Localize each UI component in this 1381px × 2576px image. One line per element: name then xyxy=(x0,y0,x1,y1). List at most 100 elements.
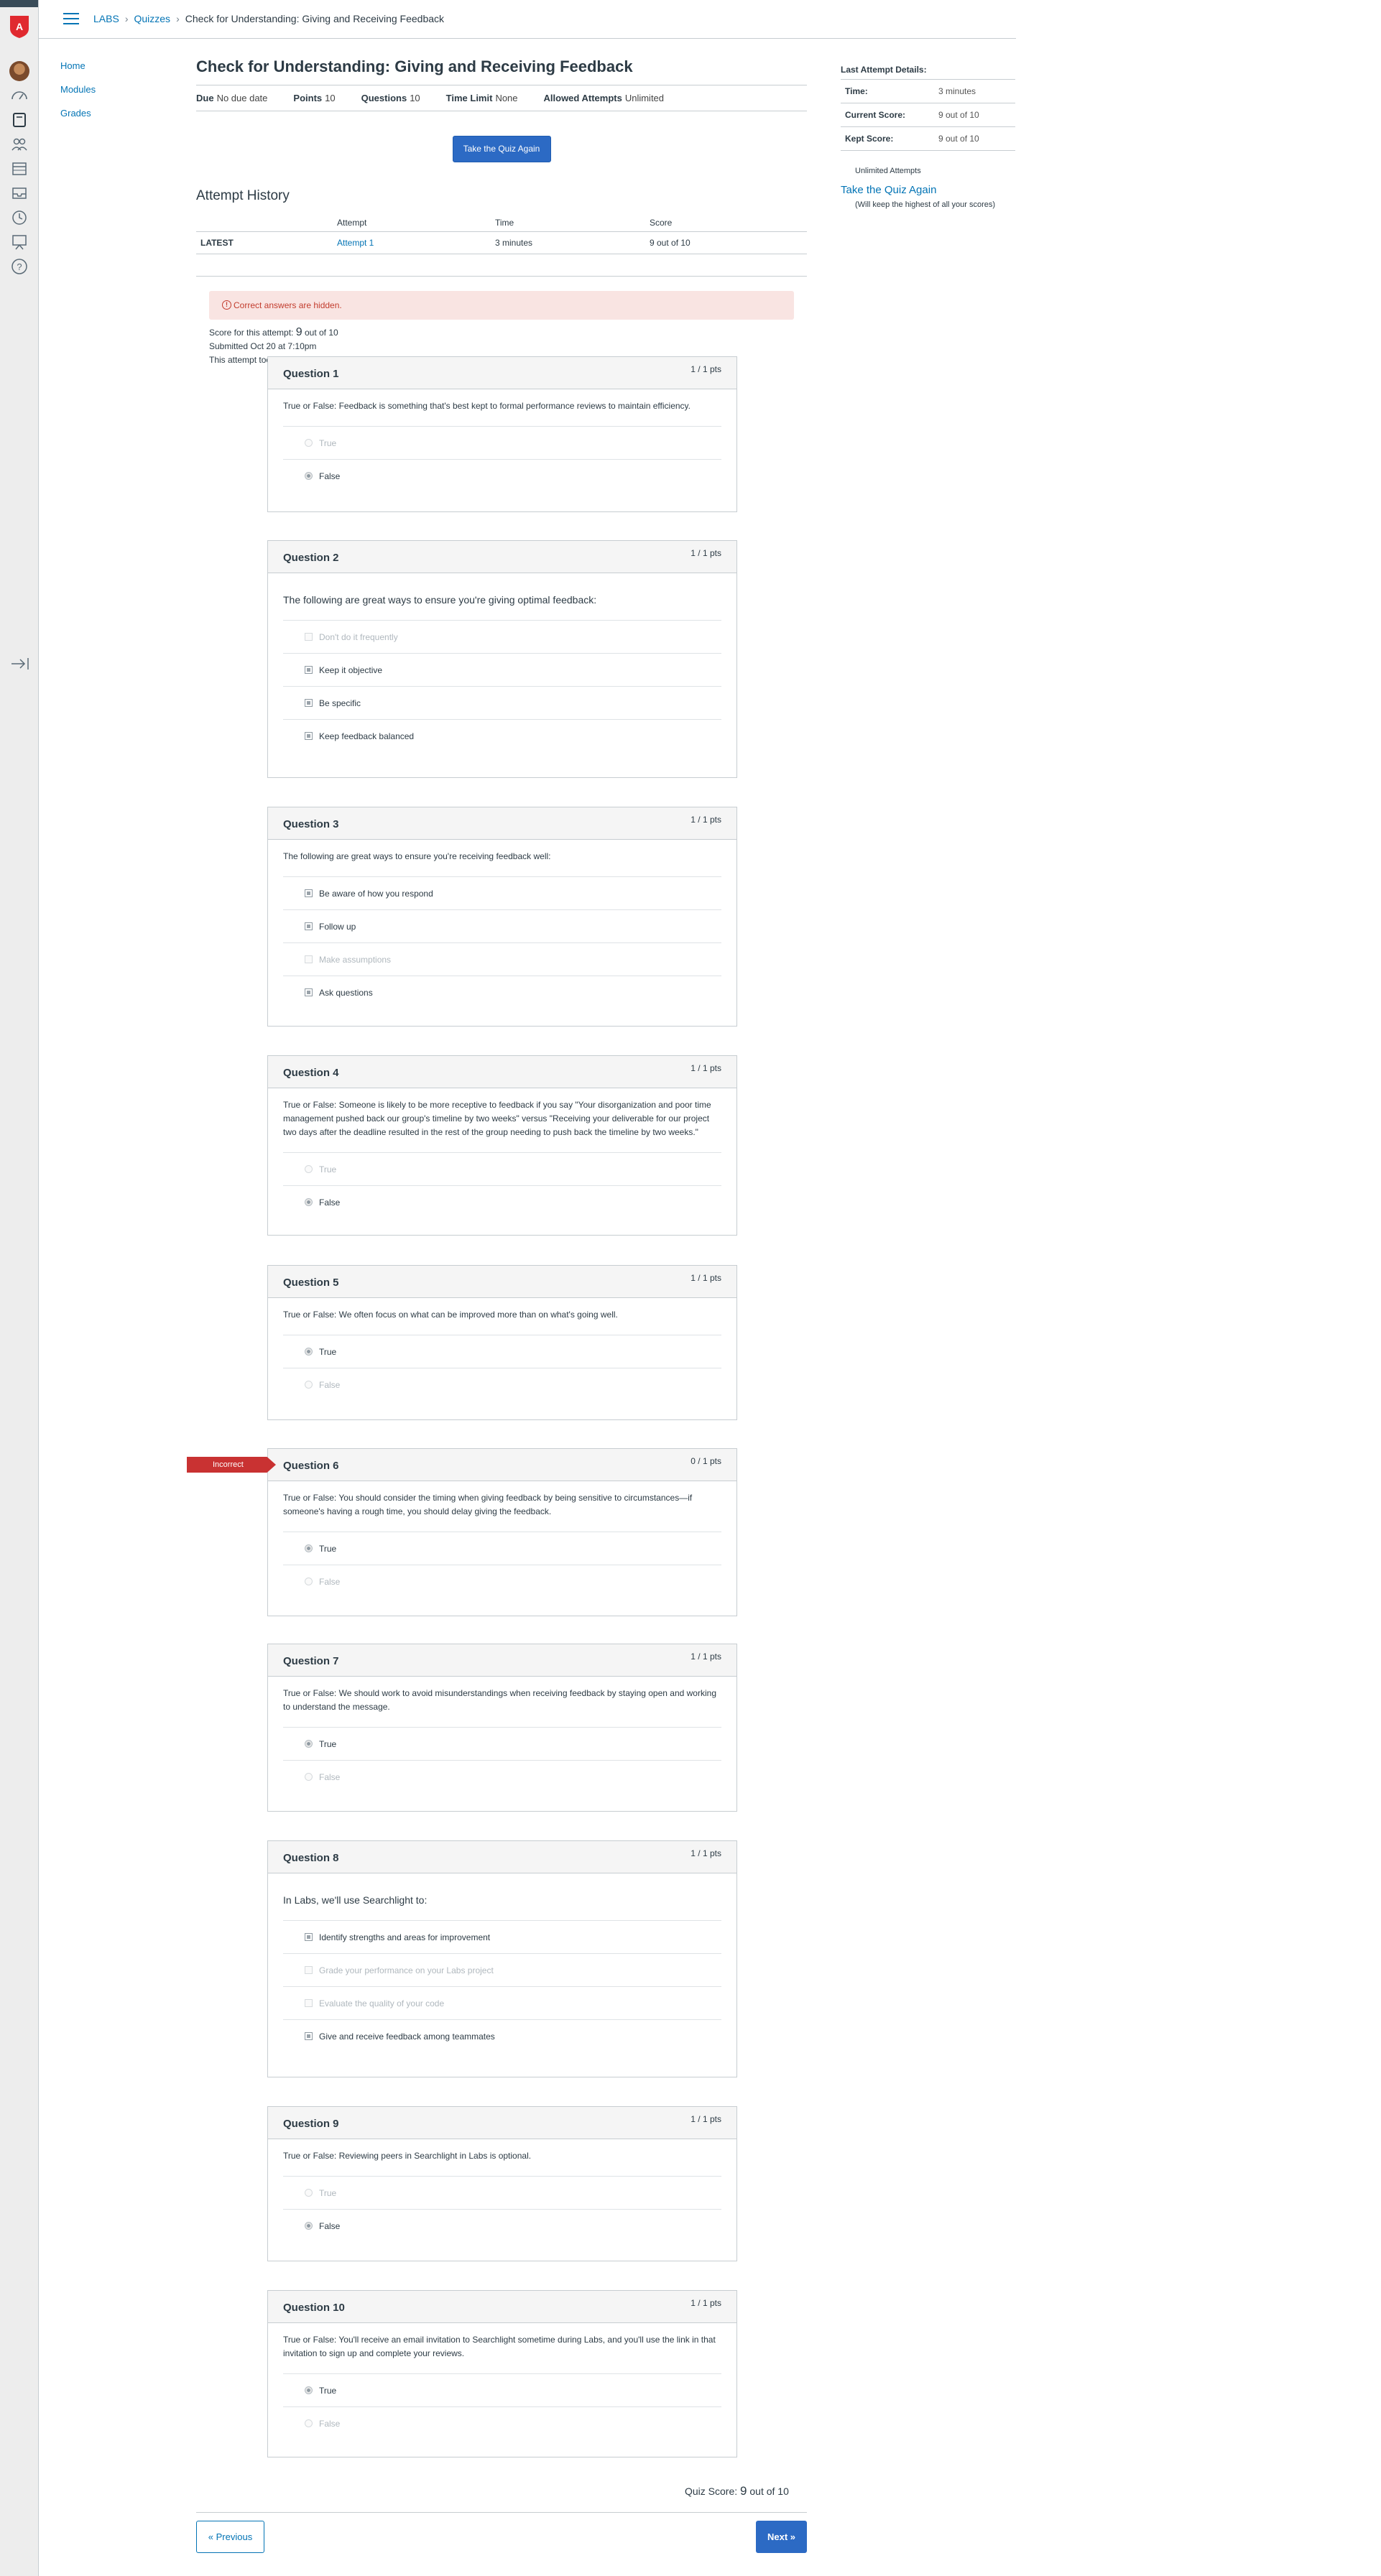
breadcrumb: LABS › Quizzes › Check for Understanding… xyxy=(93,13,444,24)
course-nav-home[interactable]: Home xyxy=(60,60,96,71)
answer-option: False xyxy=(283,1185,721,1218)
column-header: Score xyxy=(645,214,807,232)
course-nav-modules[interactable]: Modules xyxy=(60,84,96,95)
groups-icon[interactable] xyxy=(9,134,30,155)
question-8: Question 8 1 / 1 pts In Labs, we'll use Se… xyxy=(267,1840,737,2077)
quiz-allowed-attempts: Allowed Attempts Unlimited xyxy=(543,93,665,103)
answer-option: True xyxy=(283,426,721,459)
question-title: Question 9 xyxy=(283,2118,339,2130)
question-text: True or False: Someone is likely to be m… xyxy=(283,1100,711,1137)
global-navigation: A ? xyxy=(0,0,39,2576)
last-attempt-sidebar: Last Attempt Details: Time: 3 minutes Cur… xyxy=(841,65,1015,209)
history-icon[interactable] xyxy=(9,207,30,228)
answer-list: Don't do it frequently Keep it objective B… xyxy=(283,620,721,752)
answer-option: True xyxy=(283,2373,721,2406)
question-6: Question 6 0 / 1 pts True or False: You sh… xyxy=(267,1448,737,1616)
checkbox-icon xyxy=(305,633,313,641)
question-9: Question 9 1 / 1 pts True or False: Review… xyxy=(267,2106,737,2261)
radio-icon xyxy=(305,1381,313,1389)
breadcrumb-course[interactable]: LABS xyxy=(93,13,119,24)
divider xyxy=(196,2512,807,2513)
radio-icon xyxy=(305,2222,313,2230)
sidebar-title: Last Attempt Details: xyxy=(841,65,1015,80)
attempt-time: 3 minutes xyxy=(491,231,645,254)
divider xyxy=(196,276,807,277)
question-points: 1 / 1 pts xyxy=(690,1273,721,1283)
svg-text:?: ? xyxy=(17,261,22,272)
question-text: True or False: You'll receive an email i… xyxy=(283,2335,716,2358)
dashboard-icon[interactable] xyxy=(9,85,30,106)
answer-option: Keep it objective xyxy=(283,653,721,686)
attempt-history-heading: Attempt History xyxy=(196,188,290,203)
canvas-logo-icon[interactable]: A xyxy=(9,14,29,39)
question-header: Question 8 1 / 1 pts xyxy=(268,1841,736,1873)
attempt-link[interactable]: Attempt 1 xyxy=(337,238,374,248)
inbox-icon[interactable] xyxy=(9,182,30,204)
checkbox-icon xyxy=(305,955,313,963)
radio-icon xyxy=(305,1348,313,1356)
course-menu-toggle[interactable] xyxy=(63,13,79,24)
answer-label: True xyxy=(319,1543,337,1554)
question-points: 1 / 1 pts xyxy=(690,1848,721,1858)
answer-label: Keep feedback balanced xyxy=(319,731,415,741)
sidebar-row: Current Score: 9 out of 10 xyxy=(841,103,1015,127)
question-title: Question 5 xyxy=(283,1277,339,1289)
next-button[interactable]: Next » xyxy=(756,2521,807,2553)
breadcrumb-quizzes[interactable]: Quizzes xyxy=(134,13,170,24)
question-title: Question 2 xyxy=(283,552,339,564)
question-points: 1 / 1 pts xyxy=(690,548,721,558)
question-header: Question 6 0 / 1 pts xyxy=(268,1449,736,1481)
page-title: Check for Understanding: Giving and Rece… xyxy=(196,57,633,75)
chevron-right-icon: › xyxy=(176,13,180,24)
question-title: Question 6 xyxy=(283,1460,339,1472)
checkbox-icon xyxy=(305,1966,313,1974)
answer-label: True xyxy=(319,437,337,448)
question-header: Question 2 1 / 1 pts xyxy=(268,541,736,573)
answer-option: True xyxy=(283,1152,721,1185)
course-navigation: Home Modules Grades xyxy=(60,60,96,131)
answer-label: True xyxy=(319,1164,337,1175)
radio-icon xyxy=(305,1577,313,1585)
submitted-time: Submitted Oct 20 at 7:10pm xyxy=(209,341,317,351)
radio-icon xyxy=(305,1544,313,1552)
question-text: The following are great ways to ensure y… xyxy=(283,594,597,606)
quiz-time-limit: Time Limit None xyxy=(445,93,518,103)
question-2: Question 2 1 / 1 pts The following are gre… xyxy=(267,540,737,778)
attempt-history-table: Attempt Time Score LATEST Attempt 1 3 mi… xyxy=(196,214,807,254)
collapse-nav-icon[interactable] xyxy=(10,655,30,672)
question-title: Question 7 xyxy=(283,1655,339,1667)
answer-option: Give and receive feedback among teammate… xyxy=(283,2019,721,2052)
answer-list: True False xyxy=(283,2373,721,2440)
keep-highest-note: (Will keep the highest of all your score… xyxy=(855,200,996,209)
account-avatar[interactable] xyxy=(9,60,30,82)
answer-option: Be specific xyxy=(283,686,721,719)
courses-icon[interactable] xyxy=(9,109,30,131)
radio-icon xyxy=(305,2419,313,2427)
radio-icon xyxy=(305,472,313,480)
take-quiz-again-link[interactable]: Take the Quiz Again xyxy=(841,184,1015,196)
answer-label: False xyxy=(319,2220,341,2231)
calendar-icon[interactable] xyxy=(9,158,30,180)
sidebar-row: Kept Score: 9 out of 10 xyxy=(841,127,1015,151)
question-points: 1 / 1 pts xyxy=(690,1063,721,1073)
answer-list: True False xyxy=(283,1727,721,1793)
radio-icon xyxy=(305,1198,313,1206)
answer-option: Follow up xyxy=(283,909,721,942)
answer-label: Be aware of how you respond xyxy=(319,888,433,899)
answer-label: Keep it objective xyxy=(319,664,383,675)
unlimited-attempts-label: Unlimited Attempts xyxy=(855,167,921,175)
answer-label: True xyxy=(319,2385,337,2396)
answer-label: False xyxy=(319,2418,341,2429)
column-header: Attempt xyxy=(333,214,491,232)
help-icon[interactable]: ? xyxy=(9,256,30,277)
answer-option: True xyxy=(283,1532,721,1565)
breadcrumb-current: Check for Understanding: Giving and Rece… xyxy=(185,13,445,24)
take-quiz-again-button[interactable]: Take the Quiz Again xyxy=(452,136,551,162)
avatar xyxy=(9,61,29,81)
question-10: Question 10 1 / 1 pts True or False: You'l… xyxy=(267,2290,737,2457)
previous-button[interactable]: « Previous xyxy=(196,2521,264,2553)
studio-icon[interactable] xyxy=(9,231,30,253)
radio-icon xyxy=(305,1773,313,1781)
checkbox-icon xyxy=(305,889,313,897)
course-nav-grades[interactable]: Grades xyxy=(60,108,96,119)
